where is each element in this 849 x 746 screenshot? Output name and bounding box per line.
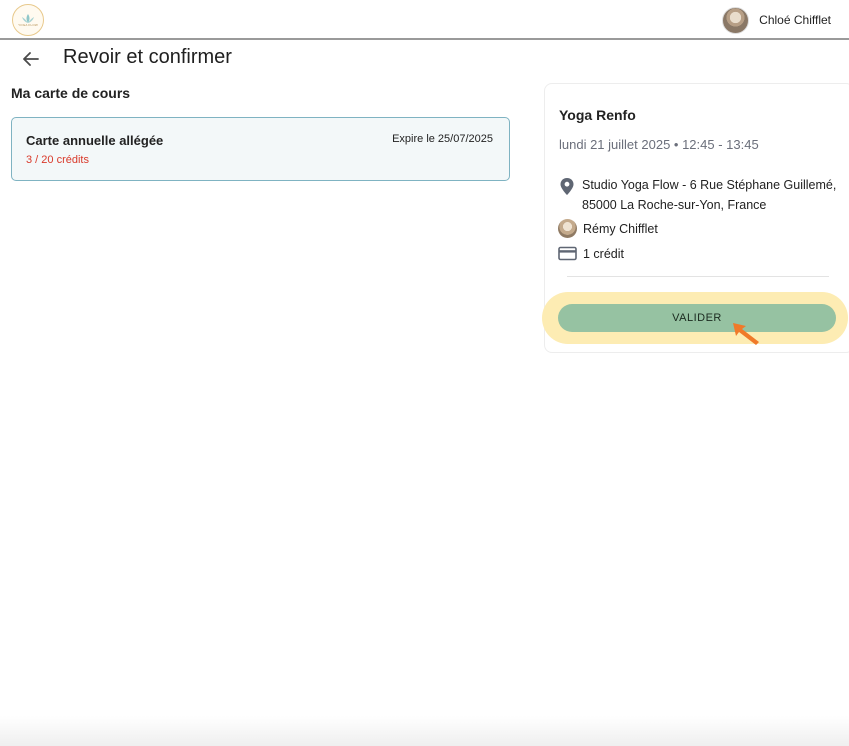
page-title: Revoir et confirmer [63,46,232,68]
card-expiry: Expire le 25/07/2025 [392,133,493,145]
section-title: Ma carte de cours [11,85,131,101]
top-bar: YOGA FLOW Chloé Chifflet [0,0,849,40]
yoga-flow-logo[interactable]: YOGA FLOW [12,4,44,36]
confirm-button[interactable]: VALIDER [558,304,836,332]
bottom-shadow [0,716,849,746]
user-avatar[interactable] [722,6,750,34]
course-pass-card[interactable]: Carte annuelle allégée Expire le 25/07/2… [11,117,510,181]
divider [567,276,829,277]
user-name[interactable]: Chloé Chifflet [759,13,831,27]
course-date: lundi 21 juillet 2025 • 12:45 - 13:45 [559,137,759,152]
course-teacher: Rémy Chifflet [558,219,658,238]
user-menu[interactable]: Chloé Chifflet [722,6,831,34]
teacher-name: Rémy Chifflet [583,221,658,236]
cost-label: 1 crédit [583,246,624,261]
location-pin-icon [560,178,574,195]
course-address: Studio Yoga Flow - 6 Rue Stéphane Guille… [582,178,837,212]
course-cost: 1 crédit [558,246,624,261]
card-credits: 3 / 20 crédits [26,154,89,166]
card-name: Carte annuelle allégée [26,133,164,148]
course-title: Yoga Renfo [559,107,636,123]
teacher-avatar [558,219,577,238]
course-location: Studio Yoga Flow - 6 Rue Stéphane Guille… [558,176,838,215]
lotus-icon [22,13,34,23]
credit-card-icon [558,246,577,261]
cursor-arrow-icon [733,323,759,345]
back-button[interactable] [20,48,42,70]
arrow-left-icon [23,52,39,66]
logo-text: YOGA FLOW [18,22,38,27]
